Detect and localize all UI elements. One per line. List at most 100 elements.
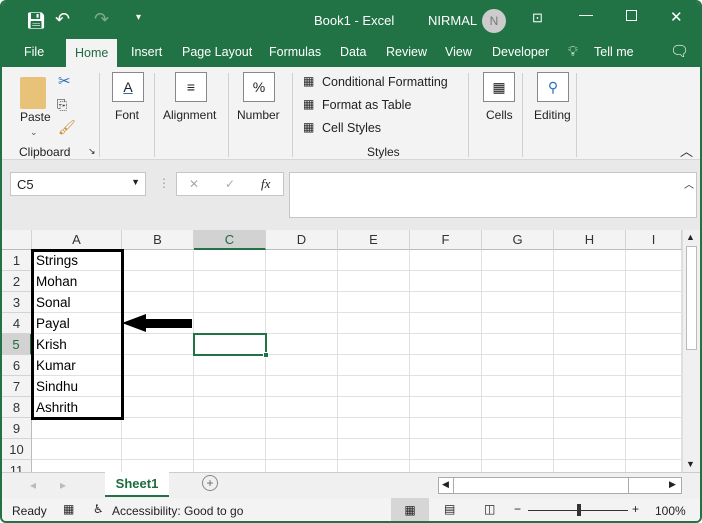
sheet-tab-sheet1[interactable]: Sheet1 [105, 472, 169, 497]
format-as-table-button[interactable]: Format as Table [322, 98, 411, 112]
format-as-table-icon: ▦ [303, 97, 315, 111]
row-header-10[interactable]: 10 [2, 439, 32, 460]
redo-icon[interactable]: ↷ [94, 9, 109, 30]
copy-icon[interactable]: ⎘ [57, 97, 67, 113]
row-header-2[interactable]: 2 [2, 271, 32, 292]
alignment-button[interactable]: Alignment [163, 108, 216, 122]
font-button[interactable]: Font [115, 108, 139, 122]
column-header-C[interactable]: C [194, 230, 266, 250]
user-name[interactable]: NIRMAL [428, 13, 477, 28]
row-header-4[interactable]: 4 [2, 313, 32, 334]
page-break-view-icon[interactable]: ◫ [484, 502, 495, 516]
title-bar: 💾︎ ↶ ↷ ▾ Book1 - Excel NIRMAL N ⊡ — ✕ [2, 2, 700, 39]
status-ready: Ready [12, 504, 47, 518]
zoom-slider-thumb[interactable] [577, 504, 581, 516]
editing-button[interactable]: Editing [534, 108, 571, 122]
scroll-thumb[interactable] [686, 246, 697, 350]
cell-styles-button[interactable]: Cell Styles [322, 121, 381, 135]
macro-icon[interactable]: ▦ [63, 502, 74, 516]
next-sheet-icon[interactable]: ▸ [60, 478, 66, 492]
ribbon: Paste ⌄ ✂ ⎘ 🖌︎ Clipboard ↘ A Font ≡ Alig… [2, 67, 700, 160]
tab-view[interactable]: View [445, 45, 472, 59]
comments-icon[interactable]: 🗨︎ [670, 42, 689, 60]
formula-input[interactable] [289, 172, 697, 218]
tab-file[interactable]: File [24, 45, 44, 59]
find-icon[interactable]: ⚲ [537, 72, 569, 102]
normal-view-icon[interactable]: ▦ [391, 498, 429, 521]
clipboard-group-label: Clipboard [19, 145, 71, 159]
tab-data[interactable]: Data [340, 45, 366, 59]
formula-bar: C5 ▼ ⋮ ✕ ✓ fx ︿ [2, 160, 700, 230]
conditional-formatting-button[interactable]: Conditional Formatting [322, 75, 448, 89]
tell-me[interactable]: Tell me [594, 45, 634, 59]
conditional-formatting-icon: ▦ [303, 74, 315, 88]
tab-formulas[interactable]: Formulas [269, 45, 321, 59]
row-header-5[interactable]: 5 [2, 334, 32, 355]
dialog-launcher-icon[interactable]: ↘ [88, 146, 96, 157]
scroll-down-icon: ▼ [686, 459, 695, 469]
enter-icon[interactable]: ✓ [225, 177, 235, 191]
row-header-1[interactable]: 1 [2, 250, 32, 271]
name-box[interactable]: C5 ▼ [10, 172, 146, 196]
cells-icon[interactable]: ▦ [483, 72, 515, 102]
vertical-scrollbar[interactable]: ▲ ▼ [682, 230, 700, 472]
row-header-8[interactable]: 8 [2, 397, 32, 418]
column-header-B[interactable]: B [122, 230, 194, 250]
zoom-level[interactable]: 100% [655, 504, 686, 518]
row-header-3[interactable]: 3 [2, 292, 32, 313]
cut-icon[interactable]: ✂ [58, 72, 71, 90]
horizontal-scrollbar[interactable]: ◀ ▶ [438, 477, 682, 494]
close-icon[interactable]: ✕ [670, 8, 683, 26]
font-icon[interactable]: A [112, 72, 144, 102]
collapse-ribbon-icon[interactable]: ︿ [680, 141, 693, 160]
undo-icon[interactable]: ↶ [55, 9, 70, 30]
minimize-icon[interactable]: — [579, 6, 593, 22]
format-painter-icon[interactable]: 🖌︎ [58, 119, 76, 136]
zoom-out-icon[interactable]: − [514, 502, 521, 516]
number-button[interactable]: Number [237, 108, 280, 122]
cell-styles-icon: ▦ [303, 120, 315, 134]
number-icon[interactable]: % [243, 72, 275, 102]
prev-sheet-icon[interactable]: ◂ [30, 478, 36, 492]
zoom-in-icon[interactable]: + [632, 502, 639, 516]
row-header-6[interactable]: 6 [2, 355, 32, 376]
maximize-icon[interactable] [626, 10, 637, 21]
lightbulb-icon: 💡︎ [568, 43, 578, 59]
accessibility-status[interactable]: Accessibility: Good to go [112, 504, 243, 518]
tab-page-layout[interactable]: Page Layout [182, 45, 252, 59]
cancel-icon[interactable]: ✕ [189, 177, 199, 191]
doc-title: Book1 - Excel [314, 13, 395, 28]
ribbon-display-icon[interactable]: ⊡ [532, 10, 543, 26]
cells-button[interactable]: Cells [486, 108, 513, 122]
select-all-corner[interactable] [2, 230, 32, 250]
column-header-D[interactable]: D [266, 230, 338, 250]
row-header-9[interactable]: 9 [2, 418, 32, 439]
alignment-icon[interactable]: ≡ [175, 72, 207, 102]
page-layout-view-icon[interactable]: ▤ [444, 502, 455, 516]
expand-formula-bar-icon[interactable]: ︿ [684, 176, 694, 191]
tab-home[interactable]: Home [66, 39, 118, 68]
column-header-E[interactable]: E [338, 230, 410, 250]
tab-insert[interactable]: Insert [131, 45, 162, 59]
save-icon[interactable]: 💾︎ [26, 11, 46, 31]
scroll-right-icon: ▶ [669, 479, 676, 489]
column-header-A[interactable]: A [32, 230, 122, 250]
tab-review[interactable]: Review [386, 45, 427, 59]
paste-icon[interactable] [20, 77, 46, 109]
scroll-left-icon: ◀ [442, 479, 449, 489]
menu-tabs: File Home Insert Page Layout Formulas Da… [2, 39, 700, 68]
insert-function-icon[interactable]: fx [261, 176, 270, 192]
add-sheet-icon[interactable]: + [202, 475, 218, 491]
hscroll-thumb[interactable] [453, 478, 629, 493]
column-header-F[interactable]: F [410, 230, 482, 250]
column-header-G[interactable]: G [482, 230, 554, 250]
selected-cell-C5[interactable] [193, 333, 269, 358]
column-header-I[interactable]: I [626, 230, 682, 250]
paste-button[interactable]: Paste [20, 110, 51, 124]
more-icon: ⋮ [158, 176, 170, 190]
avatar[interactable]: N [482, 9, 506, 33]
row-header-7[interactable]: 7 [2, 376, 32, 397]
customize-qat-icon[interactable]: ▾ [136, 12, 141, 23]
tab-developer[interactable]: Developer [492, 45, 549, 59]
column-header-H[interactable]: H [554, 230, 626, 250]
